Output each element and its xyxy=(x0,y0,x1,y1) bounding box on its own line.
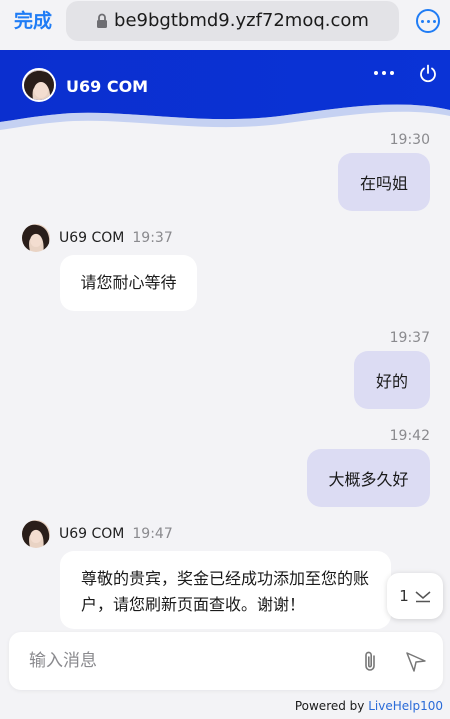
chat-header: U69 COM xyxy=(0,50,450,132)
paperclip-icon[interactable] xyxy=(361,650,381,674)
powered-by-footer: Powered by LiveHelp100 xyxy=(295,699,443,713)
agent-name: U69 COM xyxy=(59,230,125,246)
chat-menu-icon[interactable] xyxy=(374,71,394,75)
agent-message-header: U69 COM 19:47 xyxy=(22,520,173,548)
chevron-down-icon xyxy=(415,591,431,603)
message-text-line: 户，请您刷新页面查收。谢谢！ xyxy=(81,595,306,614)
browser-toolbar: 完成 be9bgtbmd9.yzf72moq.com xyxy=(0,0,450,50)
address-bar[interactable]: be9bgtbmd9.yzf72moq.com xyxy=(66,1,399,41)
agent-name: U69 COM xyxy=(59,526,125,542)
visitor-message-bubble: 好的 xyxy=(354,351,430,409)
message-text: 在吗姐 xyxy=(359,174,408,193)
scroll-to-new-messages-button[interactable]: 1 xyxy=(387,573,443,619)
message-composer xyxy=(9,632,443,690)
visitor-message-bubble: 在吗姐 xyxy=(338,153,430,211)
message-input[interactable] xyxy=(29,646,329,676)
message-time: 19:37 xyxy=(389,330,430,346)
agent-message-header: U69 COM 19:37 xyxy=(22,224,173,252)
send-icon[interactable] xyxy=(405,651,427,673)
message-list[interactable]: 19:30 在吗姐 U69 COM 19:37 请您耐心等待 19:37 好的 … xyxy=(0,132,450,629)
message-text: 请您耐心等待 xyxy=(80,273,177,292)
lock-icon xyxy=(97,13,108,28)
chat-title: U69 COM xyxy=(66,77,149,96)
message-time: 19:47 xyxy=(132,526,173,542)
message-text: 好的 xyxy=(375,372,408,391)
visitor-message-bubble: 大概多久好 xyxy=(307,449,430,507)
done-button[interactable]: 完成 xyxy=(14,9,52,33)
powered-by-text: Powered by xyxy=(294,699,365,713)
agent-avatar xyxy=(22,520,50,548)
message-time: 19:37 xyxy=(132,230,173,246)
agent-message-bubble: 请您耐心等待 xyxy=(60,255,197,311)
new-message-count: 1 xyxy=(399,587,409,605)
message-time: 19:42 xyxy=(389,428,430,444)
agent-message-bubble: 尊敬的贵宾，奖金已经成功添加至您的账 户，请您刷新页面查收。谢谢！ xyxy=(60,551,391,629)
power-icon[interactable] xyxy=(418,64,438,84)
message-time: 19:30 xyxy=(389,132,430,148)
more-options-icon[interactable] xyxy=(416,9,440,33)
message-text-line: 尊敬的贵宾，奖金已经成功添加至您的账 xyxy=(81,569,370,588)
agent-avatar xyxy=(22,68,56,102)
message-text: 大概多久好 xyxy=(328,470,409,489)
url-text: be9bgtbmd9.yzf72moq.com xyxy=(114,10,369,31)
agent-avatar xyxy=(22,224,50,252)
livehelp-link[interactable]: LiveHelp100 xyxy=(368,699,443,713)
